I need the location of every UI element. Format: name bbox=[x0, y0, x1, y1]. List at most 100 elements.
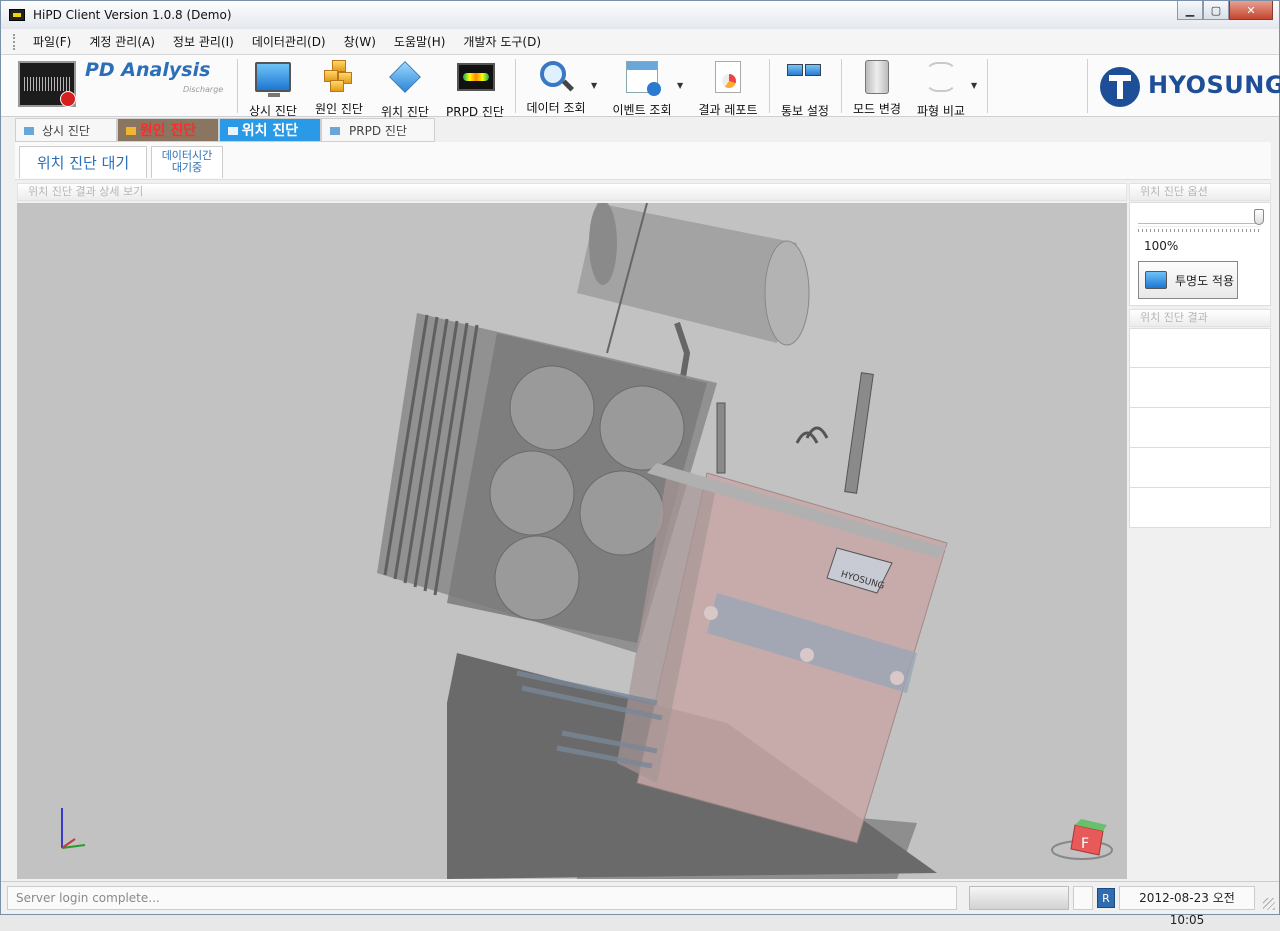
options-panel: 100% 투명도 적용 bbox=[1129, 202, 1271, 306]
conservator-tank bbox=[577, 203, 810, 384]
pc-tower-icon bbox=[865, 60, 889, 94]
subtab-data-waiting-line2: 대기중 bbox=[171, 161, 203, 174]
tab-prpd[interactable]: PRPD 진단 bbox=[321, 118, 435, 142]
data-query-button[interactable]: 데이터 조회 bbox=[523, 59, 589, 115]
menu-help[interactable]: 도움말(H) bbox=[385, 33, 455, 50]
result-row[interactable] bbox=[1129, 368, 1271, 408]
wave-compare-button[interactable]: 파형 비교 bbox=[913, 59, 969, 118]
prpd-diagnosis-label: PRPD 진단 bbox=[446, 105, 504, 119]
notify-settings-label: 통보 설정 bbox=[781, 104, 829, 118]
mode-change-button[interactable]: 모드 변경 bbox=[849, 59, 905, 116]
view-header: 위치 진단 결과 상세 보기 bbox=[17, 183, 1127, 201]
tab-prpd-icon bbox=[330, 127, 340, 135]
resize-grip-icon[interactable] bbox=[1263, 898, 1275, 910]
status-indicator: R bbox=[1097, 888, 1115, 908]
calendar-icon bbox=[626, 61, 661, 96]
tab-cause-label: 원인 진단 bbox=[139, 123, 197, 139]
menu-account[interactable]: 계정 관리(A) bbox=[80, 33, 164, 50]
notify-settings-button[interactable]: 통보 설정 bbox=[777, 59, 833, 118]
normal-diagnosis-label: 상시 진단 bbox=[249, 104, 297, 118]
sub-tab-bar: 위치 진단 대기 데이터시간 대기중 bbox=[15, 142, 1271, 180]
location-diagnosis-button[interactable]: 위치 진단 bbox=[377, 59, 433, 119]
main-tabs: 상시 진단 원인 진단 위치 진단 PRPD 진단 bbox=[15, 118, 435, 142]
status-bar: Server login complete... R 2012-08-23 오전… bbox=[1, 881, 1279, 927]
transformer-3d-model: HYOSUNG F bbox=[61, 203, 1113, 879]
tab-location[interactable]: 위치 진단 bbox=[219, 118, 321, 142]
wave-compare-dropdown-icon[interactable]: ▼ bbox=[971, 81, 977, 90]
tab-location-label: 위치 진단 bbox=[241, 123, 299, 139]
menu-data[interactable]: 데이터관리(D) bbox=[243, 33, 335, 50]
prpd-diagnosis-button[interactable]: PRPD 진단 bbox=[443, 59, 507, 119]
window-title: HiPD Client Version 1.0.8 (Demo) bbox=[33, 8, 232, 22]
menu-file[interactable]: 파일(F) bbox=[24, 33, 80, 50]
result-row[interactable] bbox=[1129, 328, 1271, 368]
app-window: HiPD Client Version 1.0.8 (Demo) ▁ ▢ ✕ 파… bbox=[0, 0, 1280, 927]
boxes-icon bbox=[322, 60, 356, 94]
result-row[interactable] bbox=[1129, 448, 1271, 488]
result-row[interactable] bbox=[1129, 488, 1271, 528]
title-bar[interactable]: HiPD Client Version 1.0.8 (Demo) ▁ ▢ ✕ bbox=[1, 1, 1279, 29]
cause-diagnosis-label: 원인 진단 bbox=[315, 102, 363, 116]
apply-transparency-label: 투명도 적용 bbox=[1175, 273, 1235, 288]
status-datetime: 2012-08-23 오전 10:05 bbox=[1119, 886, 1255, 927]
event-query-button[interactable]: 이벤트 조회 bbox=[607, 59, 677, 117]
app-icon bbox=[9, 9, 25, 21]
cause-diagnosis-button[interactable]: 원인 진단 bbox=[311, 59, 367, 116]
toolbar: PD Analysis Discharge 상시 진단 원인 진단 위치 진단 … bbox=[1, 55, 1280, 119]
maximize-button[interactable]: ▢ bbox=[1203, 1, 1229, 20]
apply-transparency-button[interactable]: 투명도 적용 bbox=[1138, 261, 1238, 299]
minimize-button[interactable]: ▁ bbox=[1177, 1, 1203, 20]
menu-info[interactable]: 정보 관리(I) bbox=[164, 33, 243, 50]
menu-grip-icon bbox=[13, 33, 16, 50]
status-progress-bar bbox=[969, 886, 1069, 910]
prpd-icon bbox=[457, 63, 495, 91]
pd-analysis-logo-icon bbox=[18, 61, 76, 107]
event-query-label: 이벤트 조회 bbox=[612, 103, 672, 117]
result-row[interactable] bbox=[1129, 408, 1271, 448]
view-cube-label: F bbox=[1081, 836, 1089, 852]
status-blank-panel bbox=[1073, 886, 1093, 910]
options-header: 위치 진단 옵션 bbox=[1129, 183, 1271, 201]
report-icon bbox=[715, 61, 741, 93]
wave-compare-label: 파형 비교 bbox=[917, 104, 965, 118]
normal-diagnosis-button[interactable]: 상시 진단 bbox=[245, 59, 301, 118]
waveform-icon bbox=[925, 62, 957, 92]
tab-cause[interactable]: 원인 진단 bbox=[117, 118, 219, 142]
company-name: HYOSUNG bbox=[1148, 71, 1280, 99]
transparency-value: 100% bbox=[1144, 239, 1179, 253]
menu-bar: 파일(F) 계정 관리(A) 정보 관리(I) 데이터관리(D) 창(W) 도움… bbox=[1, 29, 1279, 55]
brand-subtitle: Discharge bbox=[183, 85, 224, 94]
monitor-icon bbox=[1145, 271, 1167, 289]
results-list bbox=[1129, 328, 1271, 528]
monitor-icon bbox=[255, 62, 291, 97]
result-report-label: 결과 레포트 bbox=[698, 103, 758, 117]
tab-normal-icon bbox=[24, 127, 34, 135]
axis-indicator-icon bbox=[61, 808, 86, 849]
event-query-dropdown-icon[interactable]: ▼ bbox=[677, 81, 683, 90]
network-icon bbox=[787, 62, 823, 92]
transparency-slider-thumb[interactable] bbox=[1254, 209, 1264, 225]
bushings bbox=[716, 372, 874, 494]
3d-viewport[interactable]: HYOSUNG F bbox=[17, 203, 1127, 879]
result-report-button[interactable]: 결과 레포트 bbox=[693, 59, 763, 117]
data-query-dropdown-icon[interactable]: ▼ bbox=[591, 81, 597, 90]
status-message: Server login complete... bbox=[7, 886, 957, 910]
transparency-slider-track[interactable] bbox=[1138, 223, 1260, 227]
transparency-slider-ticks bbox=[1138, 229, 1260, 232]
menu-window[interactable]: 창(W) bbox=[335, 33, 385, 50]
view-cube-icon: F bbox=[1051, 819, 1113, 860]
tab-prpd-label: PRPD 진단 bbox=[349, 123, 407, 138]
tab-normal[interactable]: 상시 진단 bbox=[15, 118, 117, 142]
brand-title: PD Analysis bbox=[85, 59, 211, 81]
main-tank: HYOSUNG bbox=[617, 463, 948, 844]
close-button[interactable]: ✕ bbox=[1229, 1, 1273, 20]
tab-cause-icon bbox=[126, 127, 136, 135]
menu-devtools[interactable]: 개발자 도구(D) bbox=[454, 33, 550, 50]
subtab-location-waiting[interactable]: 위치 진단 대기 bbox=[19, 146, 147, 178]
subtab-data-waiting[interactable]: 데이터시간 대기중 bbox=[151, 146, 223, 178]
tab-location-icon bbox=[228, 127, 238, 135]
hyosung-emblem-icon bbox=[1100, 67, 1140, 107]
cube-icon bbox=[389, 61, 421, 93]
mode-change-label: 모드 변경 bbox=[853, 102, 901, 116]
hyosung-logo: HYOSUNG bbox=[1087, 59, 1280, 113]
